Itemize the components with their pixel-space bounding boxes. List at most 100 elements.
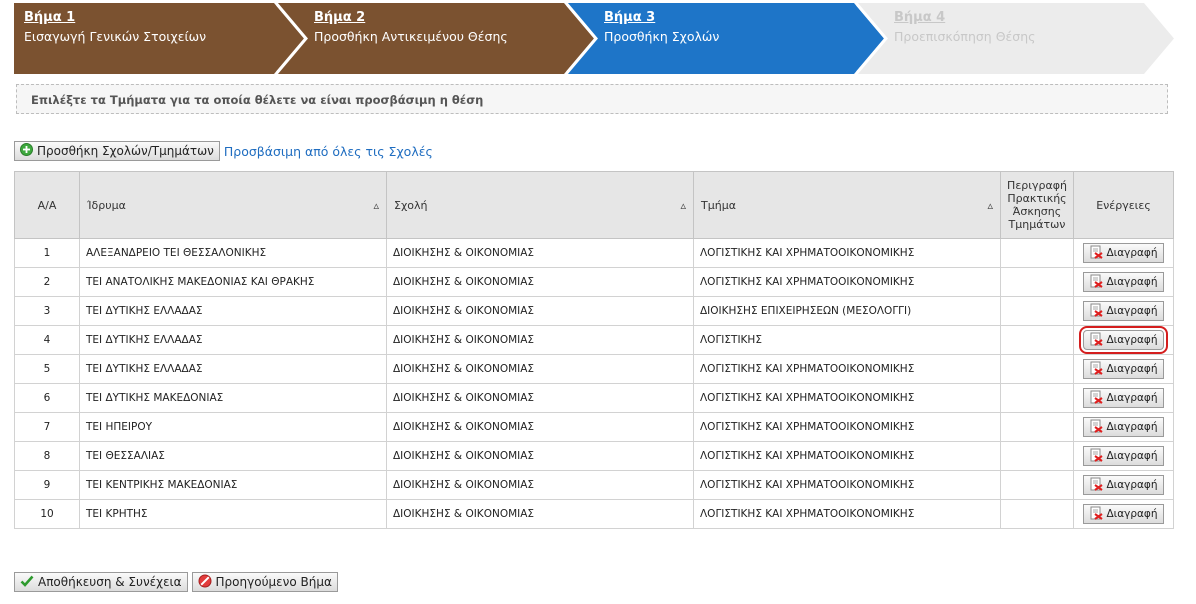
cell-institution: ΤΕΙ ΔΥΤΙΚΗΣ ΕΛΛΑΔΑΣ (79, 354, 387, 384)
step-1[interactable]: Βήμα 1 Εισαγωγή Γενικών Στοιχείων (14, 3, 304, 74)
delete-button[interactable]: Διαγραφή (1083, 388, 1164, 408)
all-schools-link[interactable]: Προσβάσιμη από όλες τις Σχολές (224, 144, 433, 159)
header-department[interactable]: Τμήμα ▵ (693, 171, 1001, 239)
sort-arrow-icon[interactable]: ▵ (373, 199, 379, 212)
step-2[interactable]: Βήμα 2 Προσθήκη Αντικειμένου Θέσης (276, 3, 594, 74)
step-4-number: Βήμα 4 (894, 10, 946, 25)
header-institution[interactable]: Ίδρυμα ▵ (79, 171, 387, 239)
add-schools-label: Προσθήκη Σχολών/Τμημάτων (37, 144, 214, 158)
delete-label: Διαγραφή (1106, 392, 1158, 404)
step-3[interactable]: Βήμα 3 Προσθήκη Σχολών (566, 3, 884, 74)
header-school[interactable]: Σχολή ▵ (386, 171, 694, 239)
delete-button[interactable]: Διαγραφή (1079, 326, 1168, 354)
cell-institution: ΤΕΙ ΘΕΣΣΑΛΙΑΣ (79, 441, 387, 471)
delete-doc-icon (1089, 506, 1104, 523)
table-row: 1 ΑΛΕΞΑΝΔΡΕΙΟ ΤΕΙ ΘΕΣΣΑΛΟΝΙΚΗΣ ΔΙΟΙΚΗΣΗΣ &… (14, 238, 1174, 268)
checkmark-icon (20, 575, 34, 590)
delete-doc-icon (1089, 390, 1104, 407)
cell-description (1000, 238, 1074, 268)
step-2-label: Προσθήκη Αντικειμένου Θέσης (314, 29, 508, 44)
delete-label: Διαγραφή (1106, 334, 1158, 346)
cell-school: ΔΙΟΙΚΗΣΗΣ & ΟΙΚΟΝΟΜΙΑΣ (386, 354, 694, 384)
delete-doc-icon (1089, 303, 1104, 320)
cell-school: ΔΙΟΙΚΗΣΗΣ & ΟΙΚΟΝΟΜΙΑΣ (386, 238, 694, 268)
cell-description (1000, 470, 1074, 500)
sort-arrow-icon[interactable]: ▵ (987, 199, 993, 212)
delete-button[interactable]: Διαγραφή (1083, 504, 1164, 524)
add-schools-button[interactable]: Προσθήκη Σχολών/Τμημάτων (14, 141, 220, 161)
cell-aa: 6 (14, 383, 80, 413)
cell-school: ΔΙΟΙΚΗΣΗΣ & ΟΙΚΟΝΟΜΙΑΣ (386, 383, 694, 413)
delete-button[interactable]: Διαγραφή (1083, 475, 1164, 495)
delete-button[interactable]: Διαγραφή (1083, 417, 1164, 437)
cell-actions: Διαγραφή (1073, 412, 1174, 442)
cell-actions: Διαγραφή (1073, 499, 1174, 529)
table-row: 2 ΤΕΙ ΑΝΑΤΟΛΙΚΗΣ ΜΑΚΕΔΟΝΙΑΣ ΚΑΙ ΘΡΑΚΗΣ ΔΙΟ… (14, 267, 1174, 297)
header-description: Περιγραφή Πρακτικής Άσκησης Τμημάτων (1000, 171, 1074, 239)
cell-description (1000, 325, 1074, 355)
cell-actions: Διαγραφή (1073, 470, 1174, 500)
delete-label: Διαγραφή (1106, 450, 1158, 462)
sort-arrow-icon[interactable]: ▵ (680, 199, 686, 212)
add-toolbar: Προσθήκη Σχολών/Τμημάτων Προσβάσιμη από … (14, 140, 433, 162)
cell-aa: 1 (14, 238, 80, 268)
cell-aa: 7 (14, 412, 80, 442)
cell-department: ΛΟΓΙΣΤΙΚΗΣ ΚΑΙ ΧΡΗΜΑΤΟΟΙΚΟΝΟΜΙΚΗΣ (693, 499, 1001, 529)
cell-department: ΛΟΓΙΣΤΙΚΗΣ ΚΑΙ ΧΡΗΜΑΤΟΟΙΚΟΝΟΜΙΚΗΣ (693, 267, 1001, 297)
cell-description (1000, 267, 1074, 297)
cell-institution: ΤΕΙ ΚΡΗΤΗΣ (79, 499, 387, 529)
delete-label: Διαγραφή (1106, 479, 1158, 491)
cell-institution: ΑΛΕΞΑΝΔΡΕΙΟ ΤΕΙ ΘΕΣΣΑΛΟΝΙΚΗΣ (79, 238, 387, 268)
delete-button[interactable]: Διαγραφή (1083, 301, 1164, 321)
table-row: 9 ΤΕΙ ΚΕΝΤΡΙΚΗΣ ΜΑΚΕΔΟΝΙΑΣ ΔΙΟΙΚΗΣΗΣ & ΟΙΚ… (14, 470, 1174, 500)
cell-school: ΔΙΟΙΚΗΣΗΣ & ΟΙΚΟΝΟΜΙΑΣ (386, 412, 694, 442)
table-header-row: Α/Α Ίδρυμα ▵ Σχολή ▵ Τμήμα ▵ Περιγραφή Πρακ… (14, 171, 1174, 239)
header-school-label: Σχολή (394, 198, 428, 212)
cell-school: ΔΙΟΙΚΗΣΗΣ & ΟΙΚΟΝΟΜΙΑΣ (386, 296, 694, 326)
cell-aa: 4 (14, 325, 80, 355)
step-4[interactable]: Βήμα 4 Προεπισκόπηση Θέσης (856, 3, 1174, 74)
delete-label: Διαγραφή (1106, 421, 1158, 433)
table-row: 10 ΤΕΙ ΚΡΗΤΗΣ ΔΙΟΙΚΗΣΗΣ & ΟΙΚΟΝΟΜΙΑΣ ΛΟΓΙΣΤ… (14, 499, 1174, 529)
departments-table: Α/Α Ίδρυμα ▵ Σχολή ▵ Τμήμα ▵ Περιγραφή Πρακ… (14, 171, 1174, 529)
delete-label: Διαγραφή (1106, 508, 1158, 520)
delete-doc-icon (1089, 361, 1104, 378)
cell-department: ΛΟΓΙΣΤΙΚΗΣ ΚΑΙ ΧΡΗΜΑΤΟΟΙΚΟΝΟΜΙΚΗΣ (693, 238, 1001, 268)
step-1-number: Βήμα 1 (24, 10, 76, 25)
previous-step-button[interactable]: Προηγούμενο Βήμα (191, 572, 338, 592)
step-2-number: Βήμα 2 (314, 10, 366, 25)
cell-institution: ΤΕΙ ΗΠΕΙΡΟΥ (79, 412, 387, 442)
cell-description (1000, 441, 1074, 471)
cell-actions: Διαγραφή (1073, 441, 1174, 471)
cell-department: ΛΟΓΙΣΤΙΚΗΣ ΚΑΙ ΧΡΗΜΑΤΟΟΙΚΟΝΟΜΙΚΗΣ (693, 412, 1001, 442)
cell-school: ΔΙΟΙΚΗΣΗΣ & ΟΙΚΟΝΟΜΙΑΣ (386, 325, 694, 355)
delete-label: Διαγραφή (1106, 276, 1158, 288)
delete-button[interactable]: Διαγραφή (1083, 272, 1164, 292)
cell-institution: ΤΕΙ ΔΥΤΙΚΗΣ ΜΑΚΕΔΟΝΙΑΣ (79, 383, 387, 413)
cell-actions: Διαγραφή (1073, 325, 1174, 355)
cell-aa: 2 (14, 267, 80, 297)
cell-department: ΛΟΓΙΣΤΙΚΗΣ ΚΑΙ ΧΡΗΜΑΤΟΟΙΚΟΝΟΜΙΚΗΣ (693, 383, 1001, 413)
cell-institution: ΤΕΙ ΚΕΝΤΡΙΚΗΣ ΜΑΚΕΔΟΝΙΑΣ (79, 470, 387, 500)
delete-button[interactable]: Διαγραφή (1083, 243, 1164, 263)
cell-description (1000, 499, 1074, 529)
cell-school: ΔΙΟΙΚΗΣΗΣ & ΟΙΚΟΝΟΜΙΑΣ (386, 470, 694, 500)
table-row: 8 ΤΕΙ ΘΕΣΣΑΛΙΑΣ ΔΙΟΙΚΗΣΗΣ & ΟΙΚΟΝΟΜΙΑΣ ΛΟΓΙ… (14, 441, 1174, 471)
table-row: 7 ΤΕΙ ΗΠΕΙΡΟΥ ΔΙΟΙΚΗΣΗΣ & ΟΙΚΟΝΟΜΙΑΣ ΛΟΓΙΣΤ… (14, 412, 1174, 442)
delete-doc-icon (1089, 419, 1104, 436)
save-continue-button[interactable]: Αποθήκευση & Συνέχεια (14, 572, 188, 592)
delete-button[interactable]: Διαγραφή (1083, 359, 1164, 379)
table-row: 6 ΤΕΙ ΔΥΤΙΚΗΣ ΜΑΚΕΔΟΝΙΑΣ ΔΙΟΙΚΗΣΗΣ & ΟΙΚΟΝ… (14, 383, 1174, 413)
delete-button[interactable]: Διαγραφή (1083, 446, 1164, 466)
step-3-label: Προσθήκη Σχολών (604, 29, 720, 44)
header-department-label: Τμήμα (701, 198, 736, 212)
cell-institution: ΤΕΙ ΔΥΤΙΚΗΣ ΕΛΛΑΔΑΣ (79, 296, 387, 326)
cell-description (1000, 383, 1074, 413)
header-institution-label: Ίδρυμα (87, 198, 126, 212)
cell-institution: ΤΕΙ ΑΝΑΤΟΛΙΚΗΣ ΜΑΚΕΔΟΝΙΑΣ ΚΑΙ ΘΡΑΚΗΣ (79, 267, 387, 297)
delete-label: Διαγραφή (1106, 247, 1158, 259)
cell-aa: 9 (14, 470, 80, 500)
cell-institution: ΤΕΙ ΔΥΤΙΚΗΣ ΕΛΛΑΔΑΣ (79, 325, 387, 355)
bottom-actions: Αποθήκευση & Συνέχεια Προηγούμενο Βήμα (14, 572, 338, 592)
cell-department: ΛΟΓΙΣΤΙΚΗΣ ΚΑΙ ΧΡΗΜΑΤΟΟΙΚΟΝΟΜΙΚΗΣ (693, 470, 1001, 500)
